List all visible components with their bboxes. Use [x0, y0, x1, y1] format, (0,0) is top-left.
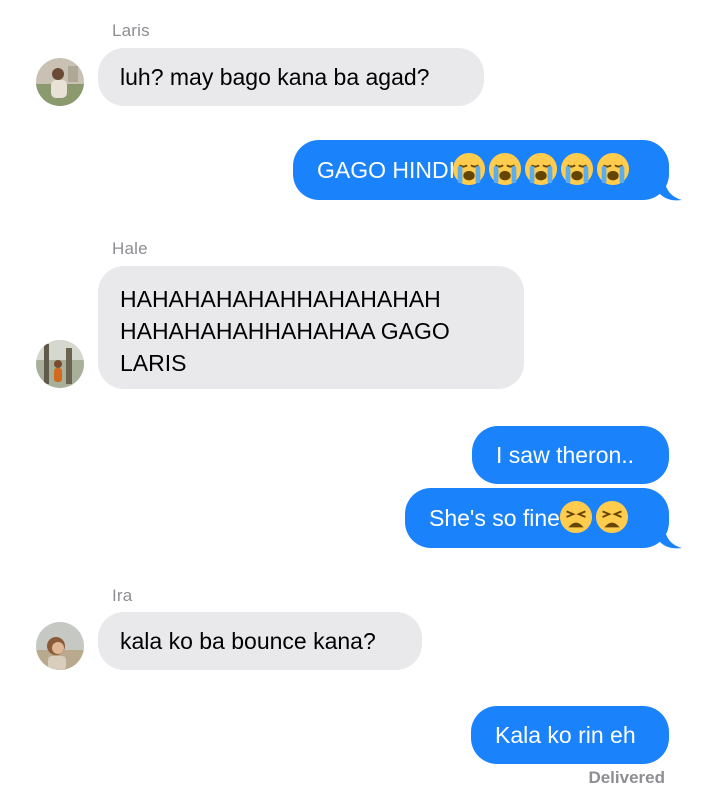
- message-bubble-incoming[interactable]: kala ko ba bounce kana?: [98, 612, 422, 670]
- message-text: Kala ko rin eh: [495, 722, 636, 748]
- weary-face-icon: [595, 500, 629, 533]
- sender-name-hale: Hale: [112, 239, 148, 258]
- avatar-ira[interactable]: [36, 622, 84, 670]
- message-bubble-outgoing[interactable]: She's so fine: [405, 488, 669, 548]
- message-bubble-outgoing[interactable]: Kala ko rin eh: [471, 706, 669, 764]
- message-text: She's so fine: [429, 505, 560, 531]
- message-text-line: LARIS: [120, 350, 187, 376]
- emoji-group: [559, 500, 629, 534]
- loudly-crying-face-icon: [596, 152, 630, 185]
- emoji-group: [452, 152, 630, 186]
- sender-name-ira: Ira: [112, 586, 133, 605]
- loudly-crying-face-icon: [524, 152, 558, 185]
- bubble-tail: [660, 526, 682, 549]
- message-text: I saw theron..: [496, 442, 635, 468]
- avatar-hale[interactable]: [36, 340, 84, 388]
- avatar-laris[interactable]: [36, 58, 84, 106]
- delivery-status: Delivered: [588, 768, 665, 787]
- bubble-tail: [660, 178, 682, 201]
- message-text: GAGO HINDI: [317, 157, 456, 183]
- message-bubble-incoming[interactable]: luh? may bago kana ba agad?: [98, 48, 484, 106]
- loudly-crying-face-icon: [560, 152, 594, 185]
- message-bubble-outgoing[interactable]: I saw theron..: [472, 426, 669, 484]
- message-text: kala ko ba bounce kana?: [120, 628, 376, 654]
- weary-face-icon: [559, 500, 593, 533]
- sender-name-laris: Laris: [112, 21, 150, 40]
- message-bubble-outgoing[interactable]: GAGO HINDI: [293, 140, 669, 200]
- message-text-line: HAHAHAHAHHAHAHAA GAGO: [120, 318, 450, 344]
- message-text-line: HAHAHAHAHAHHAHAHAHAH: [120, 286, 441, 312]
- message-bubble-incoming[interactable]: HAHAHAHAHAHHAHAHAHAH HAHAHAHAHHAHAHAA GA…: [98, 266, 524, 389]
- message-text: luh? may bago kana ba agad?: [120, 64, 430, 90]
- loudly-crying-face-icon: [488, 152, 522, 185]
- loudly-crying-face-icon: [452, 152, 486, 185]
